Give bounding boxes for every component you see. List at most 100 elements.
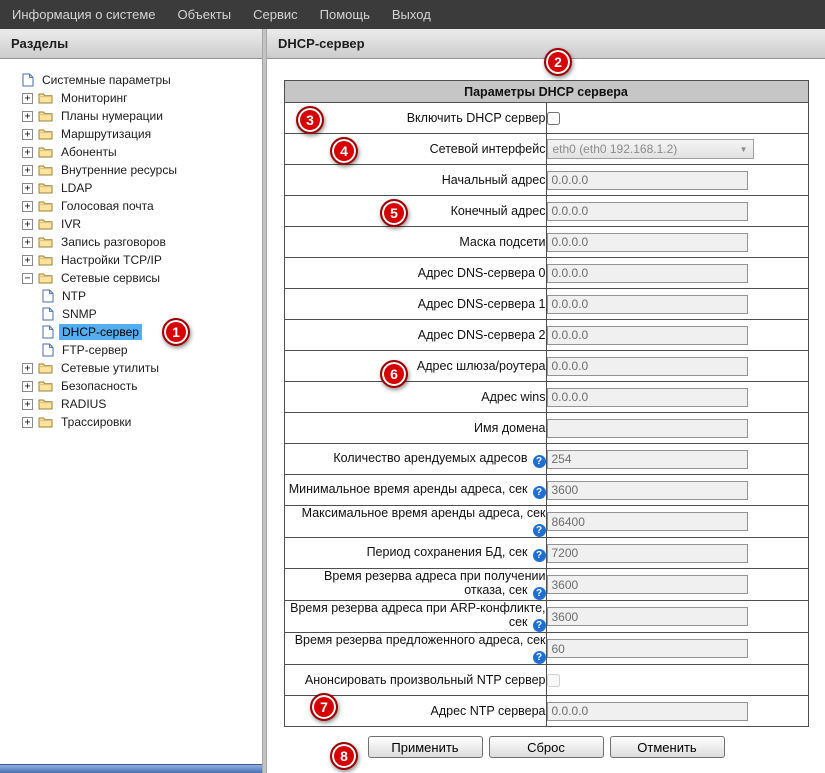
tree-item-label: Маршрутизация: [58, 126, 154, 142]
tree-item-internal-resources[interactable]: +Внутренние ресурсы: [0, 161, 262, 179]
table-row: Время резерва предложенного адреса, сек?: [284, 633, 808, 665]
collapse-icon[interactable]: −: [22, 273, 33, 284]
field-label: Время резерва адреса при получении отказ…: [324, 569, 545, 597]
field-label: Сетевой интерфейс: [430, 142, 546, 156]
tree-item-dhcp-server[interactable]: DHCP-сервер: [0, 323, 262, 341]
help-icon[interactable]: ?: [533, 651, 546, 664]
table-row: Имя домена: [284, 413, 808, 444]
help-icon[interactable]: ?: [533, 524, 546, 537]
field-label: Имя домена: [474, 421, 545, 435]
cancel-button[interactable]: Отменить: [610, 736, 725, 758]
menubar: Информация о системе Объекты Сервис Помощь В…: [0, 0, 825, 29]
apply-button[interactable]: Применить: [368, 736, 483, 758]
db-save-period-input[interactable]: [547, 544, 748, 563]
tree-item-network-services[interactable]: −Сетевые сервисы: [0, 269, 262, 287]
tree-item-subscribers[interactable]: +Абоненты: [0, 143, 262, 161]
domain-name-input[interactable]: [547, 419, 748, 438]
end-address-input[interactable]: [547, 202, 748, 221]
menu-item-logout[interactable]: Выход: [392, 7, 431, 22]
menu-item-system-info[interactable]: Информация о системе: [12, 7, 156, 22]
arp-conflict-reserve-time-input[interactable]: [547, 607, 748, 626]
expand-icon[interactable]: +: [22, 399, 33, 410]
table-row: Конечный адрес: [284, 196, 808, 227]
sidebar-footer-bar: [0, 764, 262, 773]
dns-server-2-label-cell: Адрес DNS-сервера 2: [284, 320, 546, 351]
expand-icon[interactable]: +: [22, 183, 33, 194]
folder-icon: [38, 254, 53, 266]
offered-address-reserve-time-input[interactable]: [547, 639, 748, 658]
table-row: Период сохранения БД, сек?: [284, 538, 808, 569]
tree-item-call-recording[interactable]: +Запись разговоров: [0, 233, 262, 251]
announce-ntp-server-checkbox[interactable]: [547, 674, 560, 687]
tree-item-ftp-server[interactable]: FTP-сервер: [0, 341, 262, 359]
help-icon[interactable]: ?: [533, 455, 546, 468]
tree-item-ntp[interactable]: NTP: [0, 287, 262, 305]
max-lease-time-input[interactable]: [547, 512, 748, 531]
folder-icon: [38, 398, 53, 410]
help-icon[interactable]: ?: [533, 549, 546, 562]
tree-item-routing[interactable]: + Маршрутизация: [0, 125, 262, 143]
max-lease-time-value-cell: [546, 506, 808, 538]
expand-icon[interactable]: +: [22, 255, 33, 266]
expand-icon[interactable]: +: [22, 219, 33, 230]
menu-item-service[interactable]: Сервис: [253, 7, 298, 22]
table-row: Адрес шлюза/роутера: [284, 351, 808, 382]
tree-item-numbering-plans[interactable]: +Планы нумерации: [0, 107, 262, 125]
expand-icon[interactable]: +: [22, 381, 33, 392]
folder-icon: [38, 416, 53, 428]
field-label: Адрес DNS-сервера 2: [418, 328, 546, 342]
gateway-address-input[interactable]: [547, 357, 748, 376]
dns-server-2-input[interactable]: [547, 326, 748, 345]
menu-item-objects[interactable]: Объекты: [178, 7, 232, 22]
announce-ntp-server-label-cell: Анонсировать произвольный NTP сервер: [284, 665, 546, 696]
page-title: DHCP-сервер: [278, 36, 365, 51]
tree-item-system-parameters[interactable]: Системные параметры: [0, 71, 262, 89]
expand-icon[interactable]: +: [22, 111, 33, 122]
expand-icon[interactable]: +: [22, 147, 33, 158]
offered-address-reserve-time-value-cell: [546, 633, 808, 665]
expand-icon[interactable]: +: [22, 417, 33, 428]
expand-icon[interactable]: +: [22, 93, 33, 104]
ntp-server-address-input[interactable]: [547, 702, 748, 721]
subnet-mask-input[interactable]: [547, 233, 748, 252]
select-value: eth0 (eth0 192.168.1.2): [553, 142, 678, 156]
decline-reserve-time-input[interactable]: [547, 575, 748, 594]
leased-addresses-count-label-cell: Количество арендуемых адресов?: [284, 444, 546, 475]
field-label: Адрес wins: [481, 390, 545, 404]
network-interface-label-cell: Сетевой интерфейс: [284, 134, 546, 165]
tree-item-ivr[interactable]: +IVR: [0, 215, 262, 233]
tree-item-monitoring[interactable]: +Мониторинг: [0, 89, 262, 107]
tree-item-ldap[interactable]: +LDAP: [0, 179, 262, 197]
end-address-value-cell: [546, 196, 808, 227]
tree-item-snmp[interactable]: SNMP: [0, 305, 262, 323]
dns-server-1-value-cell: [546, 289, 808, 320]
start-address-input[interactable]: [547, 171, 748, 190]
expand-icon[interactable]: +: [22, 165, 33, 176]
enable-dhcp-server-checkbox[interactable]: [547, 112, 560, 125]
help-icon[interactable]: ?: [533, 587, 546, 600]
network-interface-select[interactable]: eth0 (eth0 192.168.1.2)▼: [547, 139, 754, 159]
help-icon[interactable]: ?: [533, 486, 546, 499]
expand-icon[interactable]: +: [22, 129, 33, 140]
folder-icon: [38, 200, 53, 212]
help-icon[interactable]: ?: [533, 619, 546, 632]
wins-address-input[interactable]: [547, 388, 748, 407]
expand-icon[interactable]: +: [22, 363, 33, 374]
tree-item-security[interactable]: +Безопасность: [0, 377, 262, 395]
tree-item-traces[interactable]: +Трассировки: [0, 413, 262, 431]
tree-item-radius[interactable]: +RADIUS: [0, 395, 262, 413]
tree-item-voicemail[interactable]: +Голосовая почта: [0, 197, 262, 215]
menu-item-help[interactable]: Помощь: [320, 7, 370, 22]
expand-icon[interactable]: +: [22, 201, 33, 212]
table-row: Адрес DNS-сервера 0: [284, 258, 808, 289]
gateway-address-label-cell: Адрес шлюза/роутера: [284, 351, 546, 382]
expand-icon[interactable]: +: [22, 237, 33, 248]
tree-item-tcpip-settings[interactable]: +Настройки TCP/IP: [0, 251, 262, 269]
min-lease-time-input[interactable]: [547, 481, 748, 500]
leased-addresses-count-input[interactable]: [547, 450, 748, 469]
reset-button[interactable]: Сброс: [489, 736, 604, 758]
tree-item-network-utilities[interactable]: +Сетевые утилиты: [0, 359, 262, 377]
dns-server-0-input[interactable]: [547, 264, 748, 283]
table-row: Количество арендуемых адресов?: [284, 444, 808, 475]
dns-server-1-input[interactable]: [547, 295, 748, 314]
